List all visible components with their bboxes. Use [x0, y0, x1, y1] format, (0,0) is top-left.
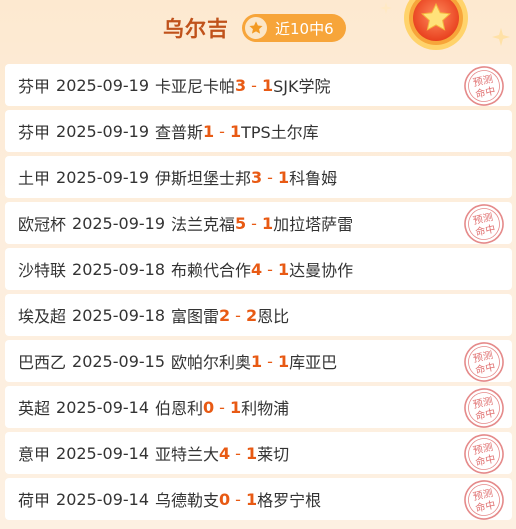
match-date: 2025-09-18 — [72, 259, 165, 279]
match-date: 2025-09-19 — [56, 75, 149, 95]
home-score: 4 — [251, 259, 263, 279]
away-score: 1 — [277, 351, 290, 371]
home-score: 0 — [219, 489, 231, 509]
away-score: 1 — [245, 489, 258, 509]
prediction-hit-stamp: 预测命中 — [464, 204, 504, 244]
match-date: 2025-09-14 — [56, 489, 149, 509]
home-score: 0 — [203, 397, 215, 417]
match-date: 2025-09-19 — [72, 213, 165, 233]
away-team: SJK学院 — [273, 77, 331, 96]
away-score: 1 — [245, 443, 258, 463]
star-icon — [243, 15, 269, 41]
home-team: 富图雷 — [171, 307, 220, 326]
score-separator: - — [235, 305, 241, 325]
home-team: 乌德勒支 — [155, 491, 220, 510]
home-score: 1 — [251, 351, 263, 371]
away-score: 1 — [277, 259, 290, 279]
away-team: 恩比 — [257, 307, 290, 326]
away-score: 1 — [229, 397, 242, 417]
expert-header: 乌尔吉 近10中6 — [0, 0, 516, 58]
league-name: 芬甲 — [18, 123, 51, 142]
league-name: 巴西乙 — [18, 353, 67, 372]
home-score: 5 — [235, 213, 247, 233]
match-row[interactable]: 芬甲 2025-09-19 卡亚尼卡帕 3 - 1 SJK学院 预测 命中 — [5, 64, 512, 106]
match-date: 2025-09-19 — [56, 167, 149, 187]
home-team: 伊斯坦堡士邦 — [155, 169, 252, 188]
match-row[interactable]: 芬甲 2025-09-19 查普斯 1 - 1 TPS土尔库 — [5, 110, 512, 152]
league-name: 英超 — [18, 399, 51, 418]
match-date: 2025-09-14 — [56, 397, 149, 417]
league-name: 欧冠杯 — [18, 215, 67, 234]
home-score: 2 — [219, 305, 231, 325]
prediction-hit-stamp: 预测命中 — [464, 66, 504, 106]
match-row[interactable]: 巴西乙 2025-09-15 欧帕尔利奥 1 - 1 库亚巴 预测 命中 — [5, 340, 512, 382]
home-team: 卡亚尼卡帕 — [155, 77, 236, 96]
match-row[interactable]: 意甲 2025-09-14 亚特兰大 4 - 1 莱切 预测 命中 — [5, 432, 512, 474]
league-name: 土甲 — [18, 169, 51, 188]
league-name: 芬甲 — [18, 77, 51, 96]
prediction-hit-stamp: 预测命中 — [464, 480, 504, 520]
away-team: 达曼协作 — [289, 261, 354, 280]
away-team: 格罗宁根 — [257, 491, 322, 510]
match-date: 2025-09-14 — [56, 443, 149, 463]
away-team: 利物浦 — [241, 399, 290, 418]
home-team: 欧帕尔利奥 — [171, 353, 252, 372]
away-team: 科鲁姆 — [289, 169, 338, 188]
expert-name: 乌尔吉 — [163, 17, 229, 41]
home-team: 法兰克福 — [171, 215, 236, 234]
score-separator: - — [251, 75, 257, 95]
score-separator: - — [235, 443, 241, 463]
match-row[interactable]: 土甲 2025-09-19 伊斯坦堡士邦 3 - 1 科鲁姆 — [5, 156, 512, 198]
score-separator: - — [219, 121, 225, 141]
sparkle-icon — [380, 2, 392, 14]
match-date: 2025-09-18 — [72, 305, 165, 325]
league-name: 埃及超 — [18, 307, 67, 326]
away-team: 加拉塔萨雷 — [273, 215, 354, 234]
match-row[interactable]: 荷甲 2025-09-14 乌德勒支 0 - 1 格罗宁根 预测 命中 — [5, 478, 512, 520]
away-team: 莱切 — [257, 445, 290, 464]
score-separator: - — [267, 167, 273, 187]
score-separator: - — [267, 259, 273, 279]
hit-rate-label: 近10中6 — [275, 19, 334, 38]
match-row[interactable]: 沙特联 2025-09-18 布赖代合作 4 - 1 达曼协作 — [5, 248, 512, 290]
league-name: 沙特联 — [18, 261, 67, 280]
home-team: 亚特兰大 — [155, 445, 220, 464]
prediction-hit-stamp: 预测命中 — [464, 388, 504, 428]
home-score: 4 — [219, 443, 231, 463]
away-score: 1 — [261, 213, 274, 233]
home-team: 布赖代合作 — [171, 261, 252, 280]
match-row[interactable]: 埃及超 2025-09-18 富图雷 2 - 2 恩比 — [5, 294, 512, 336]
medal-icon — [396, 0, 476, 58]
away-score: 1 — [229, 121, 242, 141]
home-score: 3 — [235, 75, 247, 95]
hit-rate-badge: 近10中6 — [242, 14, 346, 42]
home-team: 查普斯 — [155, 123, 204, 142]
prediction-hit-stamp: 预测命中 — [464, 434, 504, 474]
home-score: 1 — [203, 121, 215, 141]
match-row[interactable]: 英超 2025-09-14 伯恩利 0 - 1 利物浦 预测 命中 — [5, 386, 512, 428]
away-score: 1 — [261, 75, 274, 95]
sparkle-icon — [492, 28, 510, 46]
score-separator: - — [267, 351, 273, 371]
prediction-hit-stamp: 预测命中 — [464, 342, 504, 382]
score-separator: - — [219, 397, 225, 417]
away-team: 库亚巴 — [289, 353, 338, 372]
score-separator: - — [251, 213, 257, 233]
home-team: 伯恩利 — [155, 399, 204, 418]
match-row[interactable]: 欧冠杯 2025-09-19 法兰克福 5 - 1 加拉塔萨雷 预测 命中 — [5, 202, 512, 244]
home-score: 3 — [251, 167, 263, 187]
away-score: 1 — [277, 167, 290, 187]
match-list: 芬甲 2025-09-19 卡亚尼卡帕 3 - 1 SJK学院 预测 命中 芬甲 … — [5, 64, 512, 524]
league-name: 荷甲 — [18, 491, 51, 510]
match-date: 2025-09-15 — [72, 351, 165, 371]
match-date: 2025-09-19 — [56, 121, 149, 141]
away-team: TPS土尔库 — [241, 123, 319, 142]
league-name: 意甲 — [18, 445, 51, 464]
score-separator: - — [235, 489, 241, 509]
away-score: 2 — [245, 305, 258, 325]
